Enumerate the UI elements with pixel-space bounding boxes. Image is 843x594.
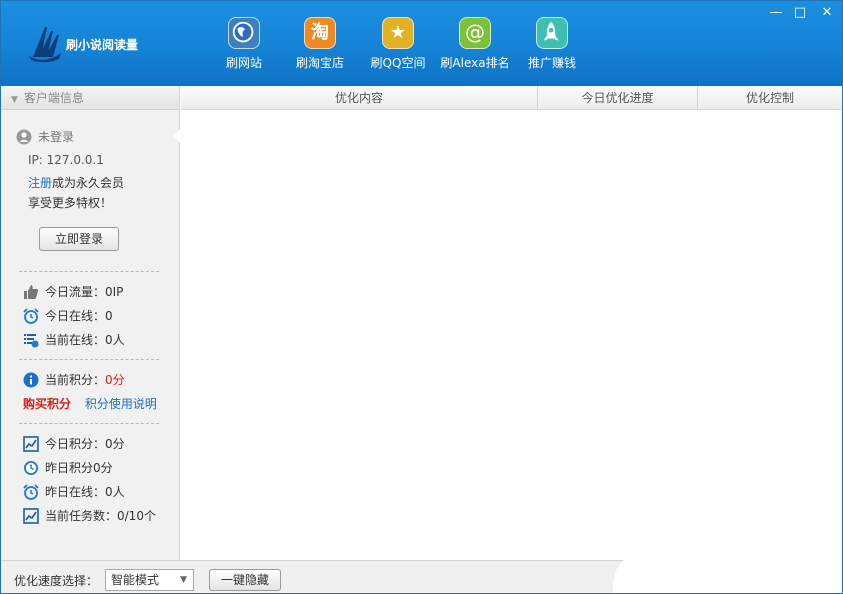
column-header-content[interactable]: 优化内容 [181,86,538,110]
stat-label: 今日在线：0 [45,309,113,323]
pointer-notch [173,128,181,144]
collapse-triangle-icon: ▼ [11,95,18,105]
register-text: 成为永久会员 [52,176,125,190]
divider [19,359,159,360]
column-header-progress[interactable]: 今日优化进度 [538,86,698,110]
chart-icon [23,435,39,452]
sidebar-header[interactable]: ▼ 客户端信息 [1,86,179,110]
thumbs-up-icon [24,284,39,299]
title-bar[interactable]: 刷小说阅读量 刷网站 淘 刷淘宝店 ★ 刷QQ空间 @ 刷Alexa排名 推广赚… [1,1,842,86]
app-title: 刷小说阅读量 [66,38,139,52]
stat-label: 当前在线：0人 [45,333,125,347]
stat-today-online: 今日在线：0 [23,307,113,324]
taobao-icon: 淘 [304,17,336,49]
online-list-icon [24,333,39,347]
window-controls: — □ ✕ [764,1,842,25]
alarm-clock-icon [23,307,39,324]
optimization-table: 优化内容 今日优化进度 优化控制 [181,86,842,560]
user-icon [16,129,32,144]
points-links: 购买积分 积分使用说明 [23,395,157,412]
stat-label: 今日积分：0分 [45,437,125,451]
one-click-hide-button[interactable]: 一键隐藏 [209,569,281,591]
stat-yesterday-online: 昨日在线：0人 [23,483,125,500]
user-status: 未登录 [16,128,74,145]
clock-icon [24,460,38,475]
app-logo-icon [29,27,61,63]
alarm-clock-icon [23,483,39,500]
star-icon: ★ [382,17,414,49]
points-help-link[interactable]: 积分使用说明 [85,397,157,411]
stat-today-points: 今日积分：0分 [23,435,125,452]
user-status-text: 未登录 [38,130,75,144]
minimize-button[interactable]: — [764,1,788,25]
sidebar-header-label: 客户端信息 [23,91,84,105]
footer-bar: 优化速度选择： 智能模式 ▼ 一键隐藏 [1,547,842,593]
login-now-button[interactable]: 立即登录 [39,227,119,251]
nav-label: 刷淘宝店 [295,56,344,70]
table-header: 优化内容 今日优化进度 优化控制 [181,86,842,110]
chart-icon [23,507,39,524]
register-row: 注册成为永久会员 [28,174,124,191]
stat-yesterday-points: 昨日积分0分 [23,459,113,476]
points-value: 0分 [105,373,125,387]
ip-address: IP: 127.0.0.1 [28,153,104,167]
nav-brush-taobao[interactable]: 淘 刷淘宝店 [275,17,365,77]
stat-current-online: 当前在线：0人 [23,331,125,348]
stat-label: 当前任务数：0/10个 [45,509,156,523]
divider [19,423,159,424]
globe-icon [228,17,260,49]
alexa-icon: @ [459,17,491,49]
app-window: 刷小说阅读量 刷网站 淘 刷淘宝店 ★ 刷QQ空间 @ 刷Alexa排名 推广赚… [0,0,843,594]
privilege-text: 享受更多特权！ [28,196,113,210]
white-overlay [613,547,842,593]
buy-points-link[interactable]: 购买积分 [23,397,71,411]
client-info-sidebar: ▼ 客户端信息 未登录 IP: 127.0.0.1 注册成为永久会员 享受更多特权… [1,86,181,560]
chevron-down-icon: ▼ [180,575,187,585]
stat-current-tasks: 当前任务数：0/10个 [23,507,156,524]
points-label: 当前积分： [45,373,106,387]
divider [19,271,159,272]
register-link[interactable]: 注册 [28,176,52,190]
nav-label: 推广赚钱 [527,56,576,70]
maximize-button[interactable]: □ [788,1,812,25]
stat-label: 今日流量：0IP [45,285,124,299]
nav-promote-earn[interactable]: 推广赚钱 [507,17,597,77]
speed-mode-value: 智能模式 [111,573,160,587]
stat-today-traffic: 今日流量：0IP [23,283,123,300]
current-points: 当前积分： 0分 [23,371,125,388]
speed-mode-select[interactable]: 智能模式 ▼ [105,569,194,591]
column-header-control[interactable]: 优化控制 [698,86,842,110]
close-button[interactable]: ✕ [812,1,842,25]
stat-label: 昨日在线：0人 [45,485,125,499]
rocket-icon [536,17,568,49]
info-icon [23,372,39,387]
stat-label: 昨日积分0分 [45,461,113,475]
speed-select-label: 优化速度选择： [14,574,99,588]
